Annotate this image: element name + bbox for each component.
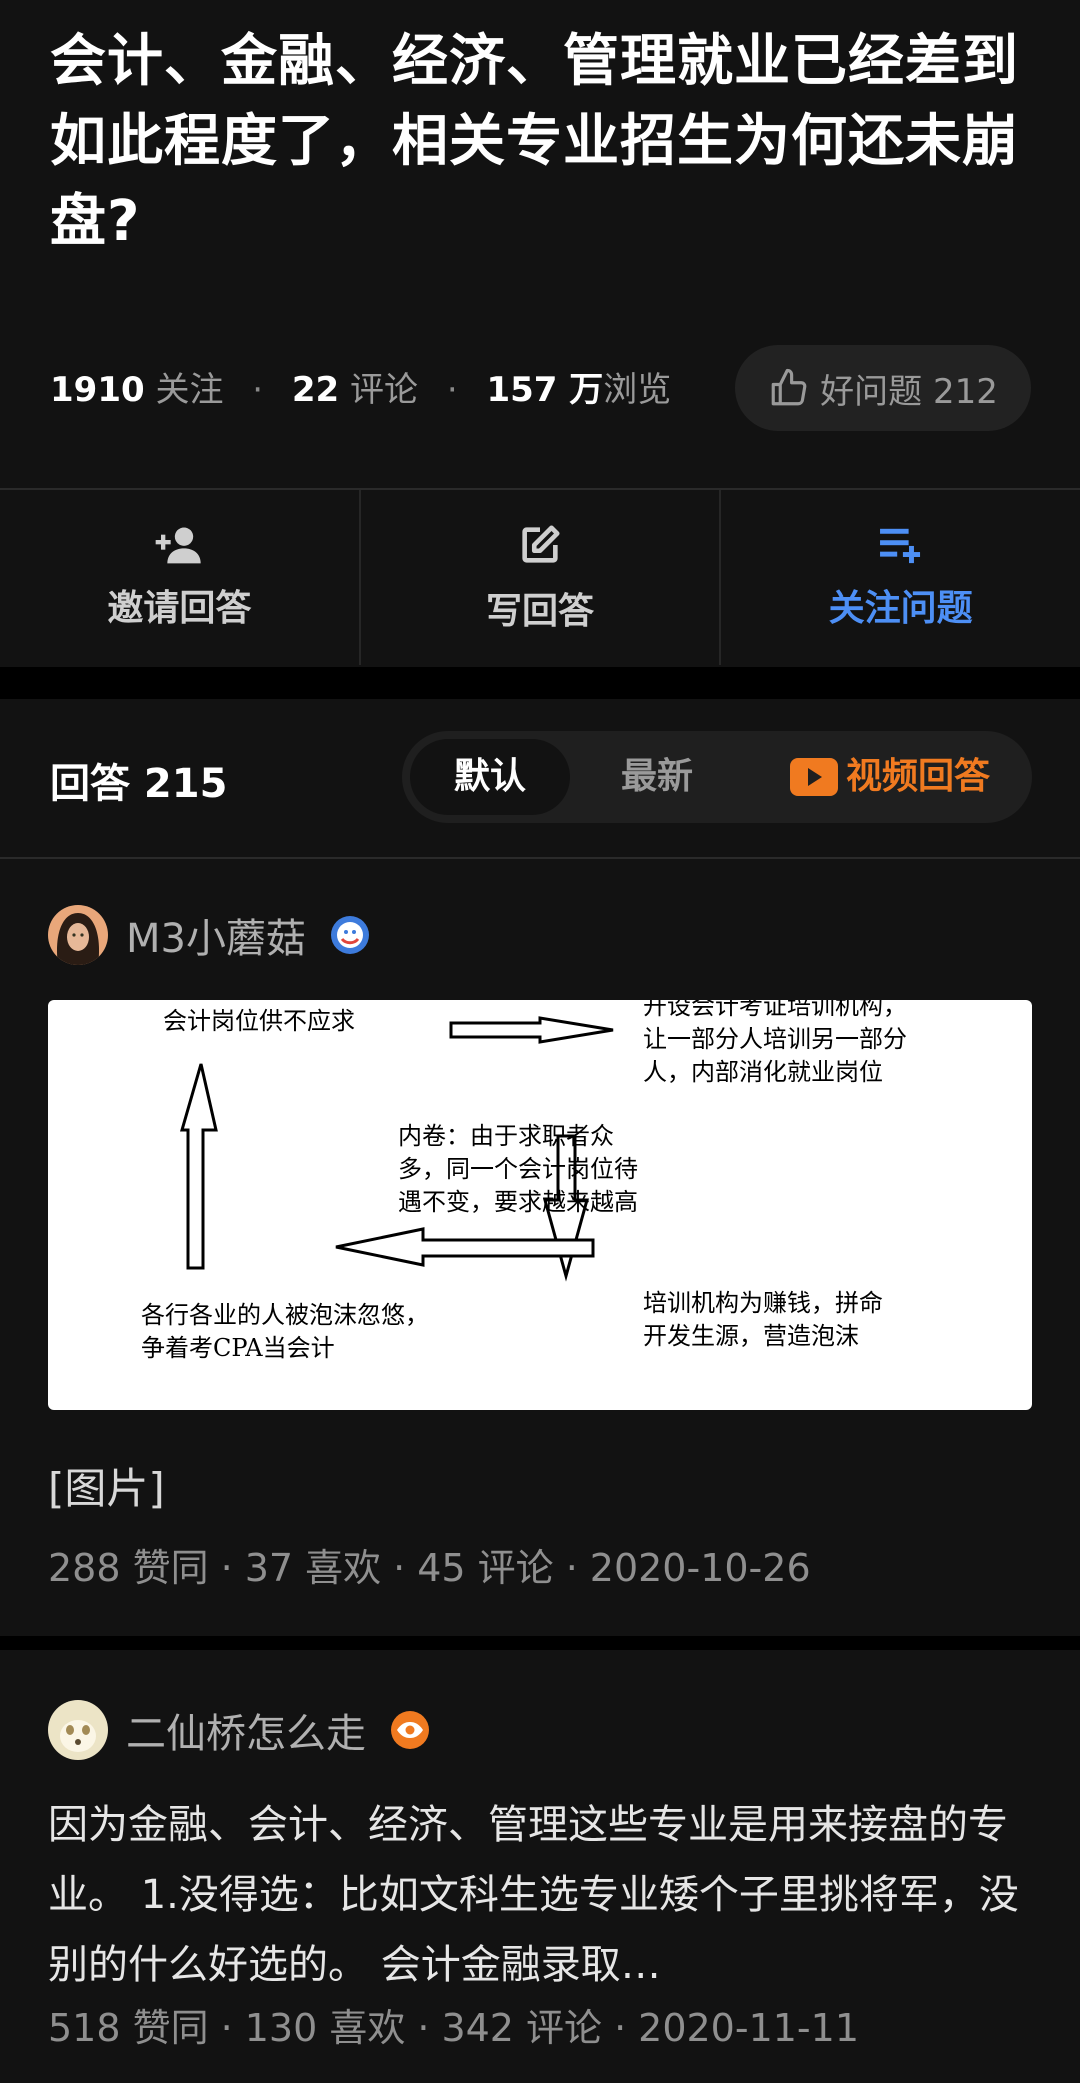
- view-count: 157 万: [486, 370, 604, 410]
- follow-label: 关注: [155, 370, 224, 410]
- question-action-bar: 邀请回答 写回答 关注问题: [0, 490, 1080, 665]
- video-play-icon: [789, 758, 838, 796]
- write-answer-button[interactable]: 写回答: [361, 490, 722, 665]
- avatar: [48, 1700, 108, 1760]
- answer-count: 回答 215: [50, 761, 228, 807]
- diagram-text-top-left: 会计岗位供不应求: [163, 1007, 355, 1035]
- diagram-text-bottom-right: 培训机构为赚钱，拼命开发生源，营造泡沫: [643, 1289, 883, 1350]
- like-count: 130 喜欢: [244, 2006, 406, 2050]
- answer-date: 2020-10-26: [589, 1546, 811, 1590]
- answer-meta: 288 赞同 · 37 喜欢 · 45 评论 · 2020-10-26: [48, 1546, 811, 1590]
- diagram-text-bottom-left: 各行各业的人被泡沫忽悠，争着考CPA当会计: [141, 1301, 429, 1362]
- comment-count: 22: [291, 370, 340, 410]
- eye-badge-icon: [391, 1711, 429, 1749]
- follow-count: 1910: [50, 370, 145, 410]
- arrow-up: [180, 1063, 218, 1270]
- invite-answer-button[interactable]: 邀请回答: [0, 490, 361, 665]
- author-name: 二仙桥怎么走: [126, 1711, 366, 1757]
- tab-video-answers[interactable]: 视频回答: [770, 739, 1010, 815]
- stats-separator: ·: [252, 370, 264, 410]
- view-label: 浏览: [603, 370, 672, 410]
- tab-video-answers-label: 视频回答: [845, 756, 990, 797]
- follow-question-button[interactable]: 关注问题: [721, 490, 1080, 665]
- comment-label: 评论: [350, 370, 419, 410]
- upvote-count: 518 赞同: [48, 2006, 209, 2050]
- avatar: [48, 905, 108, 965]
- section-gap: [0, 667, 1080, 699]
- tab-latest[interactable]: 最新: [582, 739, 732, 815]
- answer-excerpt[interactable]: 因为金融、会计、经济、管理这些专业是用来接盘的专业。 1.没得选：比如文科生选专…: [48, 1790, 1038, 2000]
- comment-count: 45 评论: [417, 1546, 554, 1590]
- good-question-label: 好问题 212: [820, 371, 998, 412]
- invite-answer-label: 邀请回答: [107, 587, 252, 629]
- edit-icon: [522, 524, 560, 563]
- answer-date: 2020-11-11: [638, 2006, 859, 2050]
- answer-image-diagram[interactable]: 会计岗位供不应求 开设会计考证培训机构，让一部分人培训另一部分人，内部消化就业岗…: [48, 1000, 1032, 1410]
- write-answer-label: 写回答: [486, 590, 595, 632]
- stats-separator: ·: [446, 370, 458, 410]
- good-question-button[interactable]: 好问题 212: [735, 345, 1031, 431]
- answers-header: 回答 215 默认 最新 视频回答: [0, 699, 1080, 859]
- sort-tabs: 默认 最新 视频回答: [402, 731, 1032, 823]
- arrow-right: [449, 1016, 614, 1044]
- add-person-icon: [155, 527, 201, 563]
- upvote-count: 288 赞同: [48, 1546, 209, 1590]
- list-add-icon: [879, 528, 920, 563]
- question-title: 会计、金融、经济、管理就业已经差到如此程度了，相关专业招生为何还未崩盘?: [50, 29, 1019, 254]
- follow-question-label: 关注问题: [828, 587, 973, 629]
- question-stats: 1910 关注 · 22 评论 · 157 万浏览: [50, 362, 671, 411]
- verified-badge-icon: [330, 916, 369, 954]
- answer-meta: 518 赞同 · 130 喜欢 · 342 评论 · 2020-11-11: [48, 2006, 859, 2050]
- tab-default[interactable]: 默认: [410, 739, 570, 815]
- comment-count: 342 评论: [441, 2006, 603, 2050]
- diagram-text-top-right: 开设会计考证培训机构，让一部分人培训另一部分人，内部消化就业岗位: [643, 1000, 907, 1086]
- author-name: M3小蘑菇: [126, 916, 306, 962]
- answer-author[interactable]: M3小蘑菇: [48, 905, 370, 965]
- diagram-text-center: 内卷：由于求职者众多，同一个会计岗位待遇不变，要求越来越高: [398, 1122, 638, 1216]
- thumbs-up-icon: [771, 368, 807, 406]
- answer-author[interactable]: 二仙桥怎么走: [48, 1700, 430, 1760]
- like-count: 37 喜欢: [244, 1546, 382, 1590]
- answer-separator: [0, 1636, 1080, 1650]
- image-caption: [图片]: [48, 1464, 165, 1513]
